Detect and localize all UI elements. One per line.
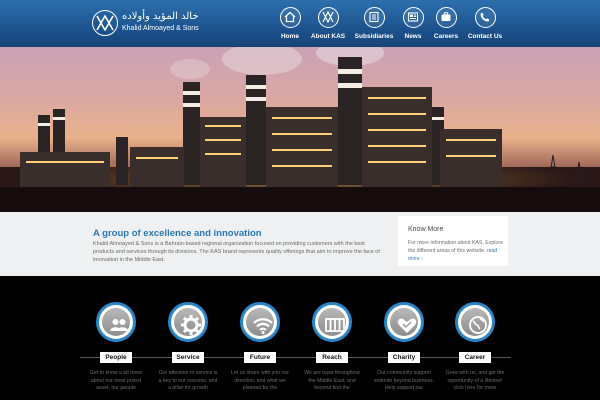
intro-title: A group of excellence and innovation	[93, 228, 262, 239]
feature-service[interactable]: Service Our attention to service is a ke…	[152, 302, 224, 400]
feature-future[interactable]: Future Let us share with you our directi…	[224, 302, 296, 400]
site-header: خالد المؤيد وأولاده Khalid Almoayed & So…	[0, 0, 600, 47]
know-more-title: Know More	[408, 226, 444, 233]
feature-label: Reach	[316, 352, 348, 363]
feature-people[interactable]: People Get to know a bit more about our …	[80, 302, 152, 400]
feature-description: We are base throughout the Middle East, …	[304, 370, 360, 391]
feature-description: Let us share with you our direction, and…	[231, 370, 289, 391]
feature-description: Grow with us, and get the opportunity of…	[445, 370, 505, 391]
building-icon	[363, 7, 385, 28]
briefcase-icon	[435, 7, 457, 28]
feature-label: Future	[244, 352, 276, 363]
feature-charity[interactable]: Charity Our community support extends be…	[368, 302, 440, 400]
feature-label: Career	[459, 352, 491, 363]
feature-description: Get to know a bit more about our most pr…	[89, 370, 143, 391]
people-icon	[110, 319, 128, 331]
logo-english-name: Khalid Almoayed & Sons	[122, 25, 199, 32]
hero-banner-image	[0, 47, 600, 212]
kas-logo-icon	[317, 7, 339, 28]
nav-item-contact[interactable]: Contact Us	[455, 7, 515, 40]
grid-icon	[325, 318, 345, 332]
feature-ring[interactable]	[240, 302, 280, 342]
feature-ring[interactable]	[455, 302, 495, 342]
heart-hands-icon	[397, 318, 417, 333]
feature-ring[interactable]	[312, 302, 352, 342]
know-more-box: Know More For more information about KAS…	[398, 216, 508, 266]
feature-ring[interactable]	[96, 302, 136, 342]
gear-icon	[181, 315, 201, 335]
feature-label: Charity	[388, 352, 420, 363]
feature-label: Service	[172, 352, 204, 363]
globe-icon	[469, 316, 487, 334]
feature-reach[interactable]: Reach We are base throughout the Middle …	[296, 302, 368, 400]
feature-description: Our attention to service is a key to our…	[158, 370, 218, 391]
feature-ring[interactable]	[168, 302, 208, 342]
feature-description: Our community support extends beyond bus…	[374, 370, 434, 391]
intro-text: Khalid Almoayed & Sons is a Bahrain-base…	[93, 241, 380, 263]
feature-ring[interactable]	[384, 302, 424, 342]
signal-icon	[253, 318, 273, 334]
phone-icon	[474, 7, 496, 28]
nav-label: Contact Us	[467, 33, 503, 40]
feature-label: People	[100, 352, 132, 363]
site-logo[interactable]: خالد المؤيد وأولاده Khalid Almoayed & So…	[92, 10, 199, 36]
feature-career[interactable]: Career Grow with us, and get the opportu…	[439, 302, 511, 400]
logo-arabic-name: خالد المؤيد وأولاده	[122, 11, 199, 22]
know-more-text: For more information about KAS, Explore …	[408, 239, 504, 263]
kas-logo-icon	[92, 10, 118, 36]
